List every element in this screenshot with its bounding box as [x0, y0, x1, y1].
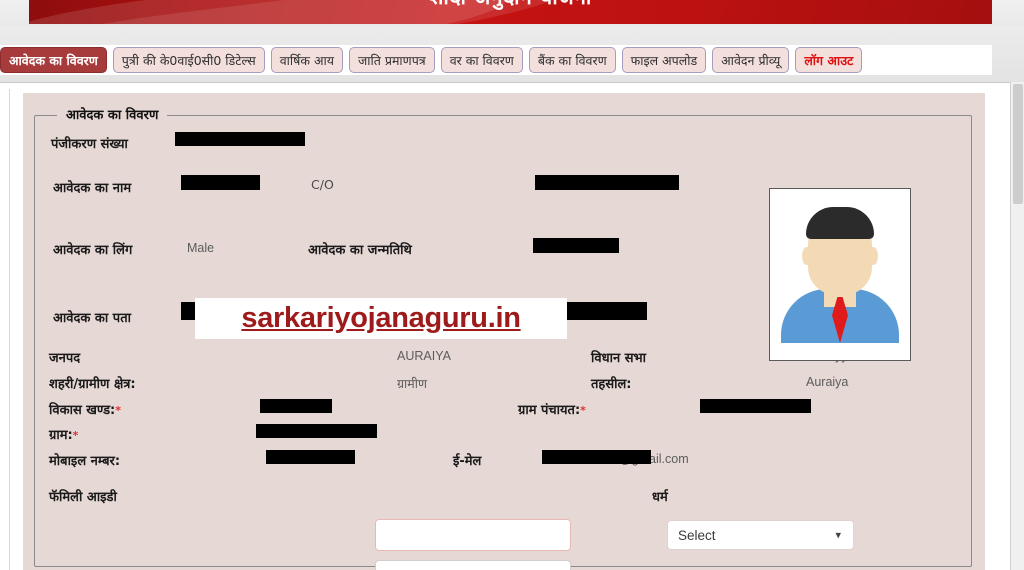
tab-daughter-kyc-details[interactable]: पुत्री की के0वाई0सी0 डिटेल्स	[112, 47, 265, 73]
fieldset-legend: आवेदक का विवरण	[57, 105, 168, 123]
tab-caste-certificate[interactable]: जाति प्रमाणपत्र	[348, 47, 435, 73]
avatar-ear-left	[802, 247, 811, 265]
tab-annual-income[interactable]: वार्षिक आय	[270, 47, 343, 73]
care-of-label: C/O	[311, 177, 334, 192]
mobile-label: मोबाइल नम्बर:	[49, 454, 121, 469]
mobile-value-redacted	[266, 450, 355, 464]
religion-select[interactable]: Select ▾	[667, 520, 854, 550]
tehsil-label: तहसील:	[591, 377, 632, 392]
banner: शादी अनुदान योजना	[29, 0, 992, 24]
care-of-value-redacted	[535, 175, 679, 190]
family-id-input[interactable]	[375, 519, 571, 551]
email-value-redacted	[542, 450, 651, 464]
village-value-redacted	[256, 424, 377, 438]
tab-file-upload[interactable]: फाइल अपलोड	[621, 47, 707, 73]
gram-panchayat-required-star: *	[580, 404, 586, 417]
dob-label: आवेदक का जन्मतिथि	[308, 243, 412, 258]
avatar-ear-right	[869, 247, 878, 265]
page-title: शादी अनुदान योजना	[29, 0, 992, 22]
tab-applicant-details[interactable]: आवेदक का विवरण	[0, 47, 107, 73]
block-label-text: विकास खण्ड:	[49, 403, 116, 418]
registration-number-value-redacted	[175, 132, 305, 146]
watermark: sarkariyojanaguru.in	[195, 298, 567, 339]
avatar	[773, 192, 907, 357]
dob-value-redacted	[533, 238, 619, 253]
tab-groom-details[interactable]: वर का विवरण	[440, 47, 523, 73]
tabstrip-background: आवेदक का विवरण पुत्री की के0वाई0सी0 डिटे…	[0, 26, 1024, 82]
village-label: ग्राम:*	[49, 425, 78, 443]
tab-navigation: आवेदक का विवरण पुत्री की के0वाई0सी0 डिटे…	[0, 45, 992, 75]
address-label: आवेदक का पता	[53, 311, 131, 326]
vertical-scrollbar[interactable]	[1010, 82, 1024, 570]
applicant-name-value-redacted	[181, 175, 260, 190]
applicant-photo-frame	[769, 188, 911, 361]
religion-label: धर्म	[652, 490, 668, 505]
tab-application-preview[interactable]: आवेदन प्रीव्यू	[712, 47, 790, 73]
page-root: शादी अनुदान योजना आवेदक का विवरण पुत्री …	[0, 0, 1024, 570]
district-value: AURAIYA	[397, 349, 451, 363]
gender-value: Male	[187, 241, 215, 255]
gender-label: आवेदक का लिंग	[53, 243, 133, 258]
secondary-input-partial[interactable]	[375, 560, 571, 570]
email-label: ई-मेल	[453, 454, 482, 469]
block-label: विकास खण्ड:*	[49, 400, 121, 418]
religion-select-value: Select	[678, 527, 716, 543]
tehsil-value: Auraiya	[806, 375, 849, 389]
block-required-star: *	[115, 404, 121, 417]
gram-panchayat-value-redacted	[700, 399, 811, 413]
assembly-label: विधान सभा	[591, 351, 646, 366]
village-required-star: *	[72, 429, 79, 442]
block-value-redacted	[260, 399, 332, 413]
applicant-name-label: आवेदक का नाम	[53, 181, 132, 196]
gram-panchayat-label-text: ग्राम पंचायत:	[518, 403, 581, 418]
watermark-text: sarkariyojanaguru.in	[241, 302, 521, 334]
area-type-value: ग्रामीण	[397, 377, 428, 391]
tab-bank-details[interactable]: बैंक का विवरण	[528, 47, 616, 73]
gram-panchayat-label: ग्राम पंचायत:*	[518, 400, 586, 418]
district-label: जनपद	[49, 351, 81, 366]
chevron-down-icon: ▾	[835, 529, 841, 542]
family-id-label: फॅमिली आइडी	[49, 490, 117, 505]
registration-number-label: पंजीकरण संख्या	[51, 137, 128, 152]
village-label-text: ग्राम:	[49, 428, 73, 443]
tab-logout[interactable]: लॉग आउट	[795, 47, 863, 73]
scrollbar-thumb[interactable]	[1013, 84, 1023, 204]
banner-area: शादी अनुदान योजना	[0, 0, 1024, 26]
avatar-hair	[806, 207, 874, 239]
area-type-label: शहरी/ग्रामीण क्षेत्र:	[49, 377, 136, 392]
